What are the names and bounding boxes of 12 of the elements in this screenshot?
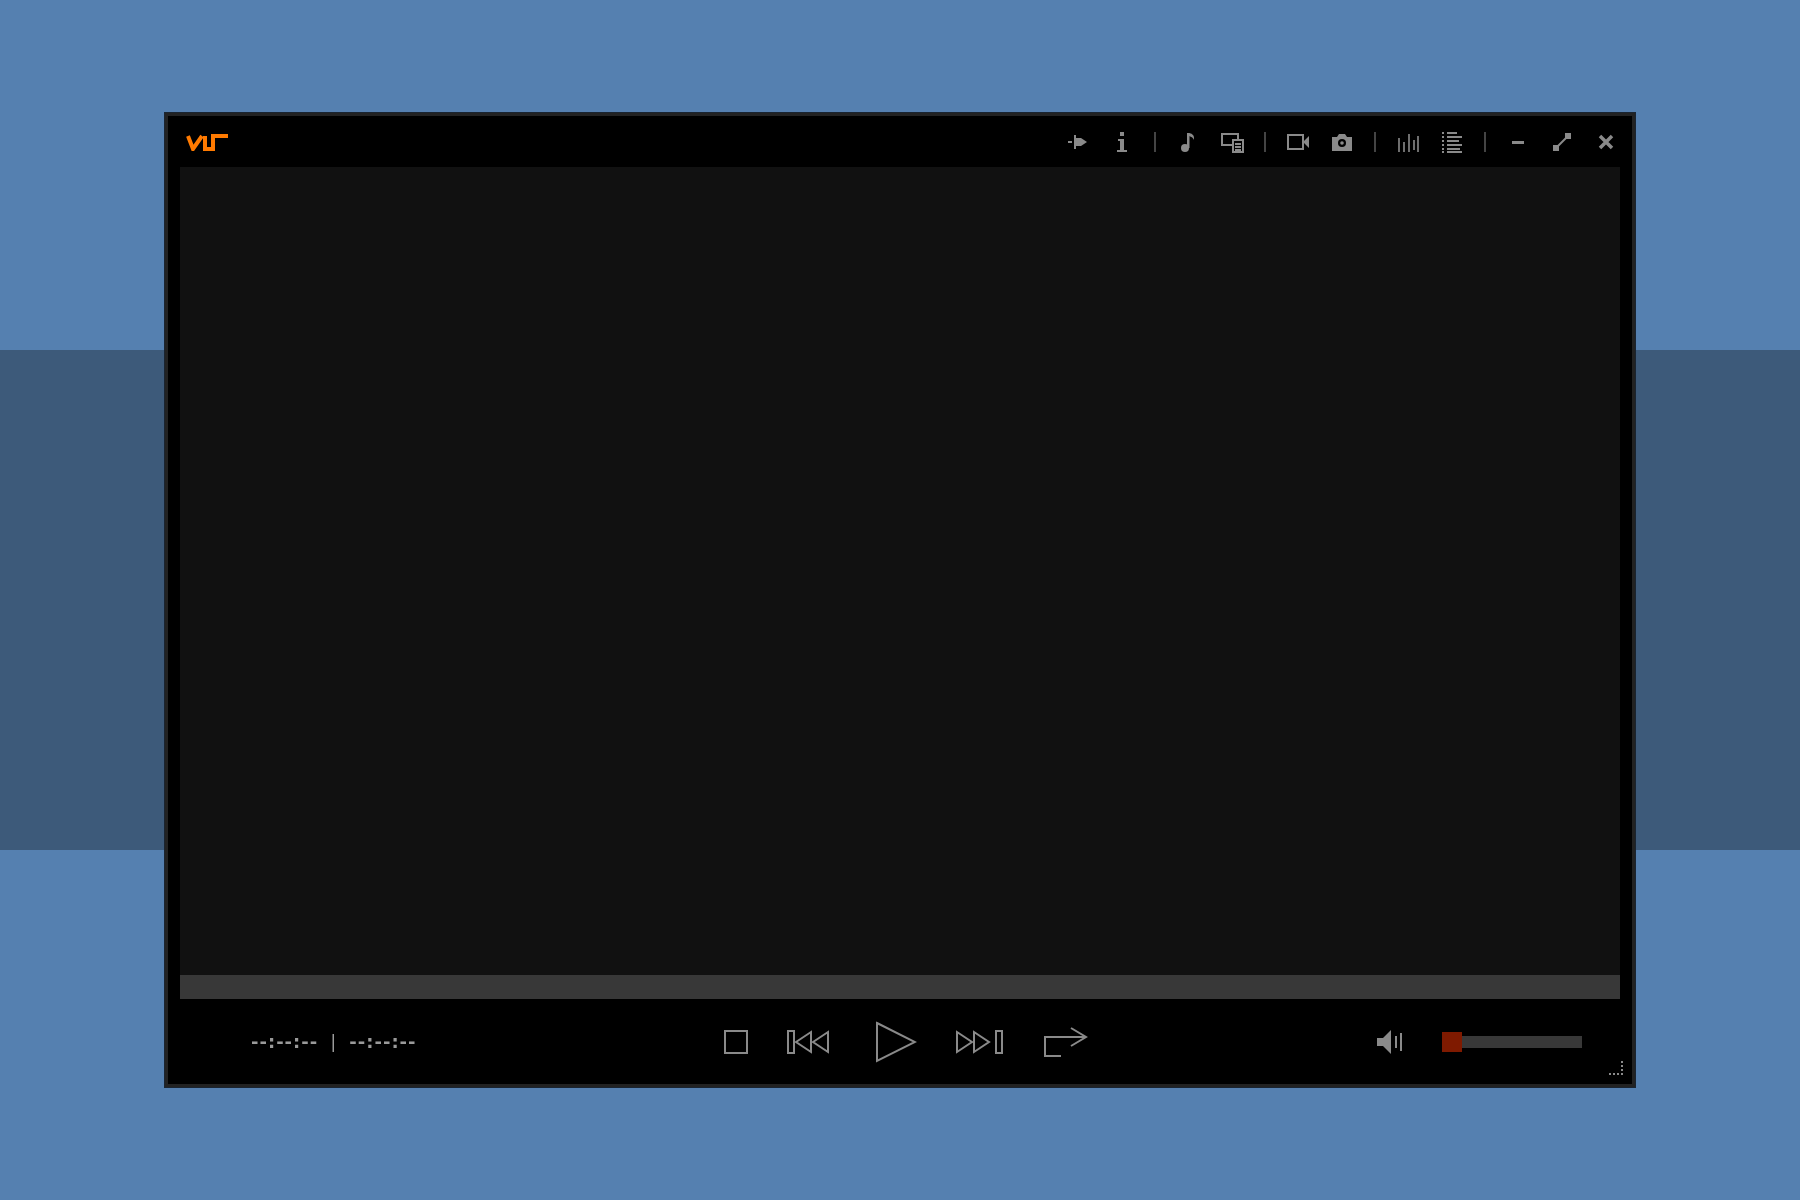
- total-time: --:--:--: [349, 1031, 417, 1052]
- resize-grip-icon[interactable]: [1608, 1060, 1624, 1076]
- logo-icon: [186, 132, 230, 151]
- volume-handle[interactable]: [1442, 1031, 1462, 1052]
- next-icon[interactable]: [955, 1028, 1005, 1055]
- stop-icon[interactable]: [723, 1028, 749, 1055]
- time-separator: |: [330, 1031, 338, 1052]
- speaker-icon[interactable]: [1376, 1028, 1404, 1055]
- playlist-icon[interactable]: [1440, 129, 1464, 154]
- play-icon[interactable]: [875, 1020, 917, 1063]
- repeat-icon[interactable]: [1043, 1025, 1089, 1058]
- elapsed-time: --:--:--: [251, 1031, 319, 1052]
